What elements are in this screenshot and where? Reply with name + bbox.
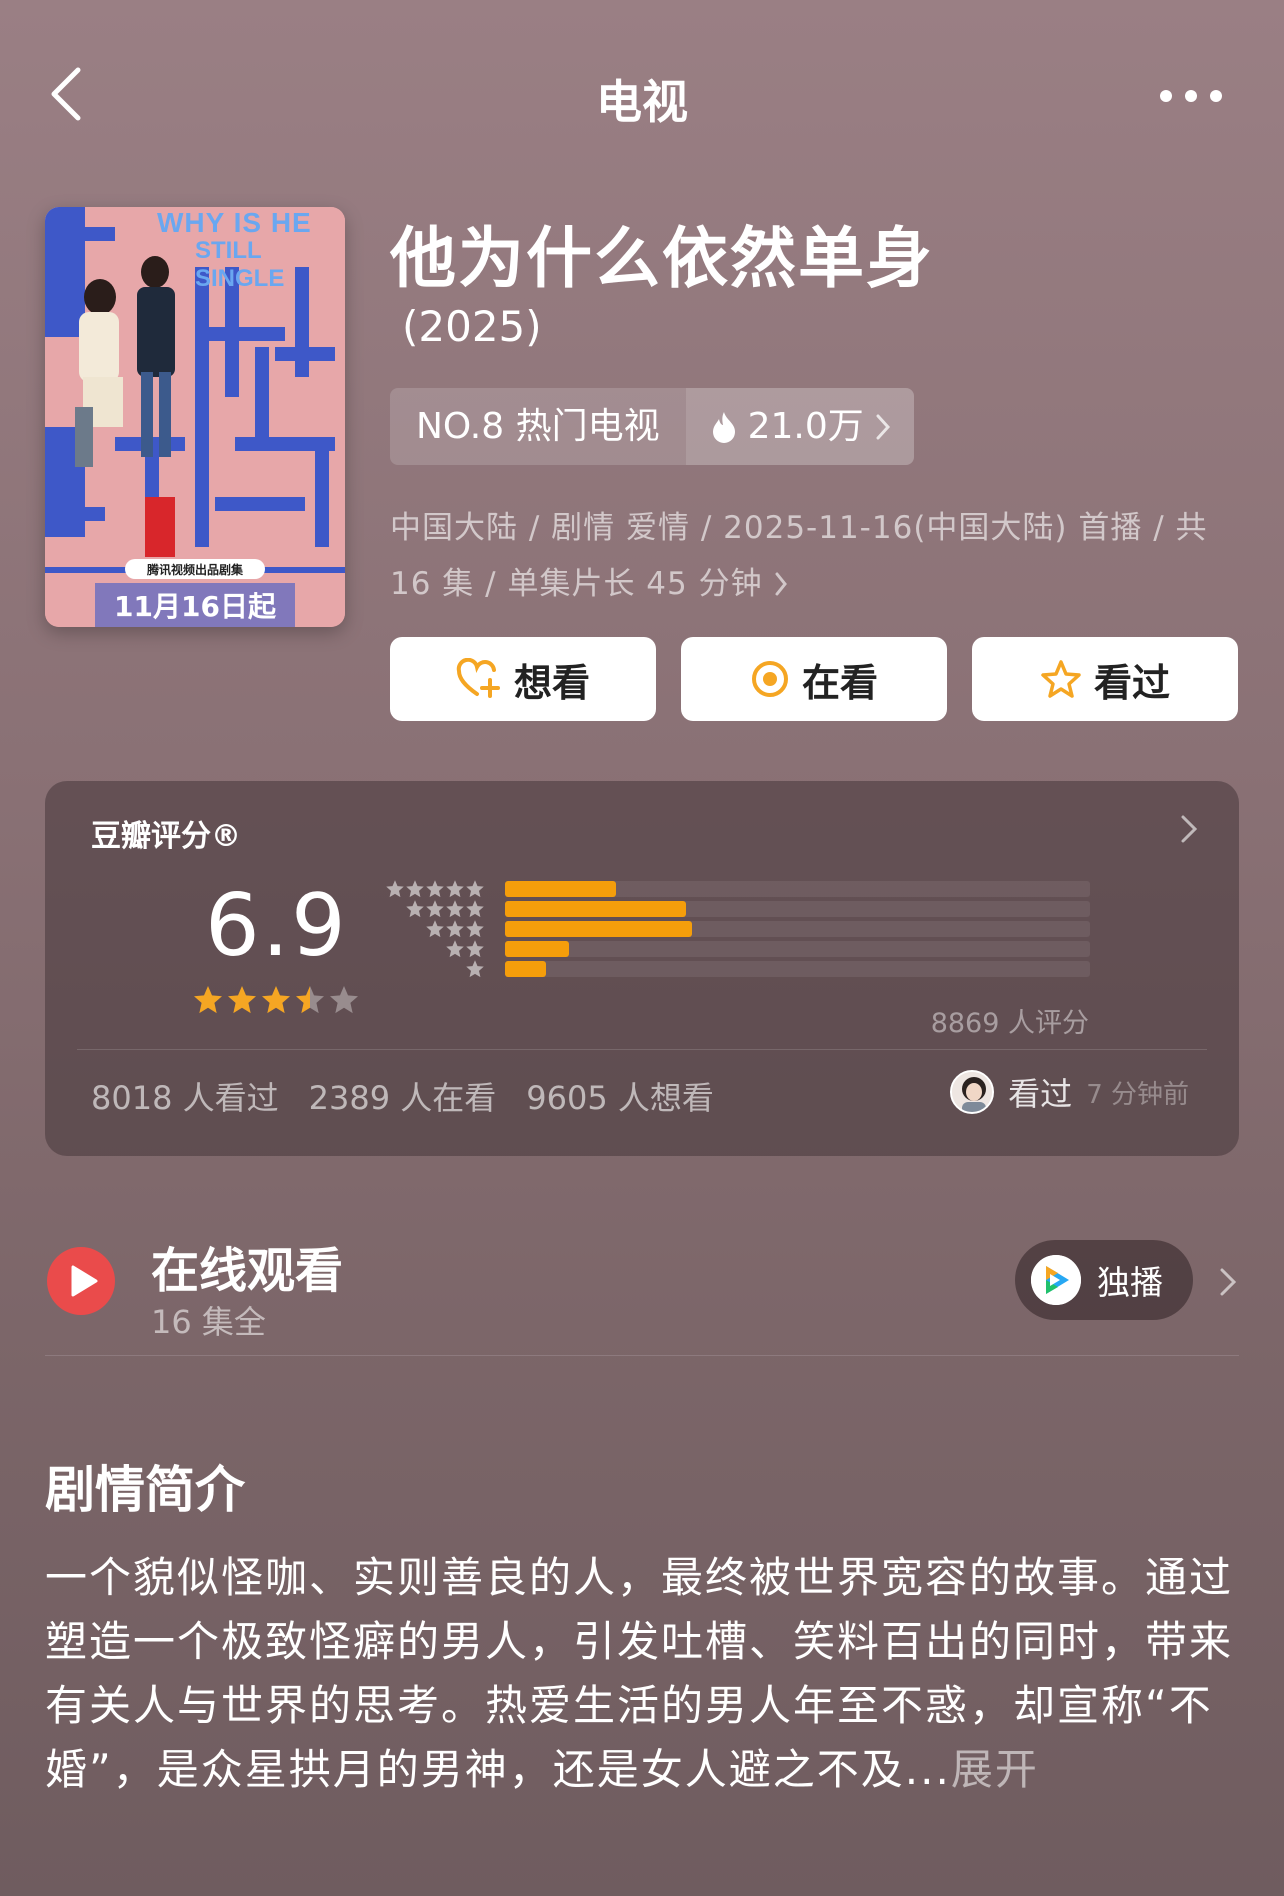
- distribution-track: [505, 901, 1090, 917]
- want-label: 想看: [513, 660, 590, 705]
- rank-label: NO.8 热门电视: [390, 388, 686, 465]
- distribution-bar: [505, 881, 616, 897]
- meta-line-1: 中国大陆 / 剧情 爱情 / 2025-11-16(中国大陆) 首播 / 共: [390, 510, 1208, 546]
- want-count: 9605 人想看: [526, 1079, 714, 1117]
- star-icon: [296, 986, 324, 1014]
- star-icon: [330, 986, 358, 1014]
- poster-producer: 腾讯视频出品剧集: [146, 563, 243, 577]
- rating-title: 豆瓣评分®: [91, 819, 241, 854]
- nav-bar: 电视: [0, 50, 1284, 140]
- chevron-right-icon: [775, 572, 787, 596]
- show-meta[interactable]: 中国大陆 / 剧情 爱情 / 2025-11-16(中国大陆) 首播 / 共 1…: [390, 500, 1230, 612]
- star-icon: [406, 880, 424, 898]
- star-icon: [426, 920, 444, 938]
- watched-count: 8018 人看过: [91, 1079, 279, 1117]
- page-title: 电视: [596, 75, 688, 129]
- score-stars: [192, 984, 360, 1016]
- friend-time: 7 分钟前: [1086, 1079, 1189, 1110]
- star-icon: [262, 986, 290, 1014]
- target-icon: [751, 661, 788, 697]
- play-icon: [47, 1247, 115, 1315]
- star-icon: [228, 986, 256, 1014]
- distribution-row: [385, 939, 1145, 959]
- distribution-row: [385, 879, 1145, 899]
- meta-line-2: 16 集 / 单集片长 45 分钟: [390, 566, 763, 602]
- star-icon: [426, 900, 444, 918]
- watching-label: 在看: [801, 660, 878, 705]
- want-to-watch-button[interactable]: 想看: [390, 637, 656, 721]
- tencent-video-logo-icon: [1031, 1255, 1081, 1305]
- distribution-stars: [425, 919, 485, 939]
- rating-stats: 8018 人看过 2389 人在看 9605 人想看: [91, 1073, 714, 1119]
- synopsis-title: 剧情简介: [45, 1461, 245, 1519]
- distribution-bar: [505, 921, 692, 937]
- star-icon: [426, 880, 444, 898]
- star-icon: [466, 880, 484, 898]
- star-icon: [466, 920, 484, 938]
- friend-activity[interactable]: 看过 7 分钟前: [950, 1069, 1189, 1115]
- show-year: (2025): [402, 302, 542, 351]
- poster-date: 11月16日起: [114, 590, 276, 623]
- chevron-right-icon: [1220, 1268, 1237, 1296]
- distribution-stars: [445, 939, 485, 959]
- star-icon: [406, 900, 424, 918]
- chevron-right-icon: [876, 414, 890, 439]
- distribution-track: [505, 921, 1090, 937]
- poster-en-title-2: STILL SINGLE: [195, 237, 285, 292]
- distribution-row: [385, 959, 1145, 979]
- star-outline-icon: [1041, 660, 1081, 698]
- synopsis-body: 一个貌似怪咖、实则善良的人，最终被世界宽容的故事。通过塑造一个极致怪癖的男人，引…: [45, 1553, 1234, 1794]
- star-icon: [466, 900, 484, 918]
- poster-image[interactable]: WHY IS HE STILL SINGLE 腾讯视频出品剧集 11月16日起: [45, 207, 345, 627]
- distribution-row: [385, 899, 1145, 919]
- platform-label: 独播: [1097, 1263, 1163, 1302]
- distribution-track: [505, 941, 1090, 957]
- watch-title: 在线观看: [151, 1243, 344, 1299]
- star-icon: [194, 986, 222, 1014]
- watch-online-row[interactable]: 在线观看 16 集全 独播: [45, 1225, 1239, 1355]
- divider: [45, 1355, 1239, 1356]
- distribution-row: [385, 919, 1145, 939]
- distribution-bar: [505, 961, 546, 977]
- distribution-track: [505, 961, 1090, 977]
- synopsis-text: 一个貌似怪咖、实则善良的人，最终被世界宽容的故事。通过塑造一个极致怪癖的男人，引…: [45, 1546, 1239, 1802]
- distribution-stars: [405, 899, 485, 919]
- show-title: 他为什么依然单身: [390, 220, 934, 297]
- poster-en-title-1: WHY IS HE: [157, 207, 312, 238]
- watching-button[interactable]: 在看: [681, 637, 947, 721]
- distribution-bar: [505, 941, 569, 957]
- expand-link[interactable]: 展开: [951, 1745, 1039, 1794]
- avatar: [950, 1070, 995, 1114]
- star-icon: [466, 940, 484, 958]
- more-button[interactable]: [1156, 76, 1226, 116]
- watched-button[interactable]: 看过: [972, 637, 1238, 721]
- friend-action: 看过: [1008, 1075, 1073, 1113]
- star-icon: [446, 920, 464, 938]
- star-icon: [466, 960, 484, 978]
- watched-label: 看过: [1093, 660, 1170, 705]
- rating-card[interactable]: 豆瓣评分® 6.9 8869 人评分 8018 人看过 2389 人在看 960…: [45, 781, 1239, 1156]
- distribution-bar: [505, 901, 686, 917]
- watching-count: 2389 人在看: [308, 1079, 497, 1117]
- heat-value: 21.0万: [747, 406, 864, 447]
- star-icon: [446, 940, 464, 958]
- star-icon: [446, 900, 464, 918]
- flame-icon: [712, 411, 735, 443]
- platform-badge[interactable]: 独播: [1015, 1240, 1193, 1320]
- chevron-right-icon: [1181, 815, 1198, 843]
- rating-total: 8869 人评分: [930, 1008, 1089, 1039]
- divider: [77, 1049, 1207, 1050]
- distribution-stars: [385, 879, 485, 899]
- distribution-stars: [465, 959, 485, 979]
- more-icon: [1160, 90, 1222, 102]
- action-buttons: 想看 在看 看过: [390, 637, 1238, 721]
- star-icon: [386, 880, 404, 898]
- distribution-track: [505, 881, 1090, 897]
- heat-count[interactable]: 21.0万: [685, 388, 914, 465]
- star-icon: [446, 880, 464, 898]
- rating-score: 6.9: [205, 876, 348, 976]
- heart-plus-icon: [456, 658, 500, 698]
- rank-badge[interactable]: NO.8 热门电视 21.0万: [390, 388, 914, 465]
- episodes-count: 16 集全: [151, 1303, 266, 1341]
